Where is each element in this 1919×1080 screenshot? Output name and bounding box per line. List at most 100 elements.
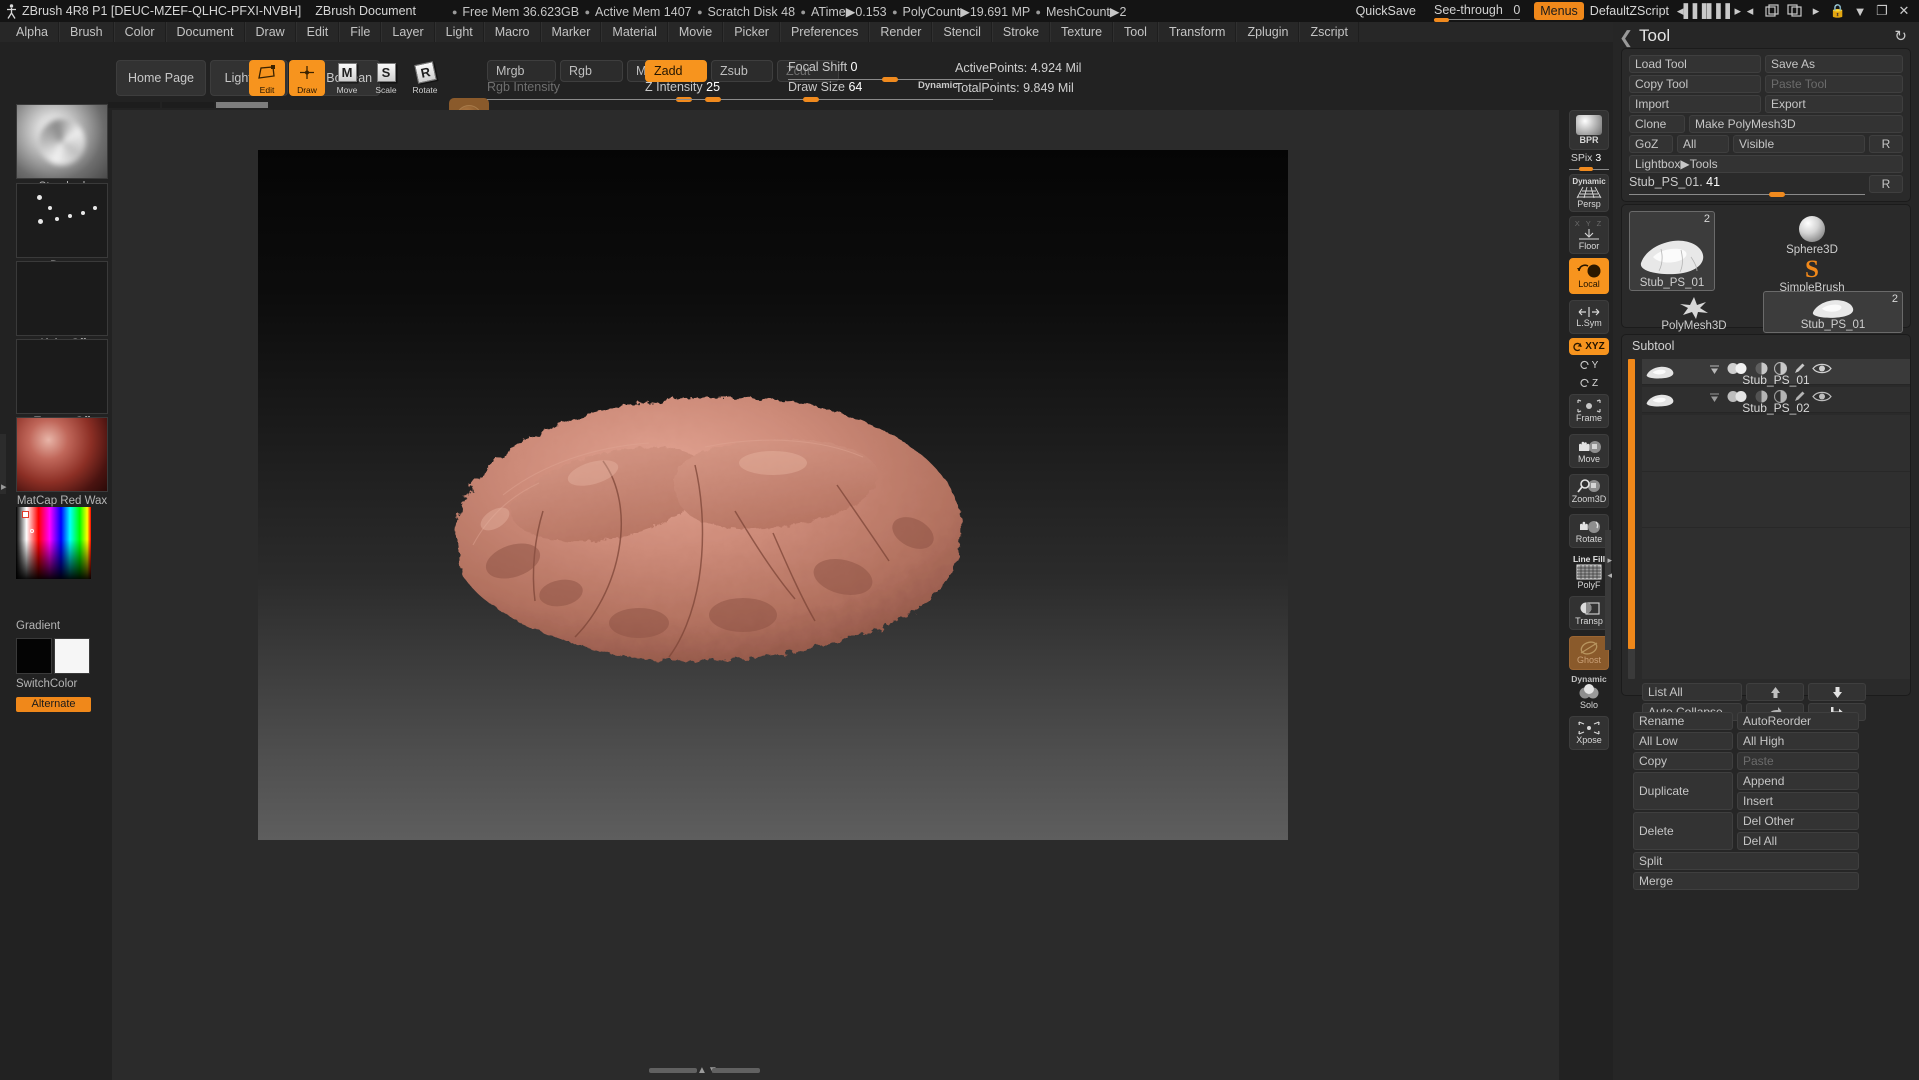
canvas-area[interactable]: ▲▼ bbox=[112, 110, 1613, 1080]
save-as-button[interactable]: Save As bbox=[1765, 55, 1903, 73]
maximize-icon[interactable]: ❐ bbox=[1871, 0, 1893, 22]
menu-item-color[interactable]: Color bbox=[114, 22, 166, 42]
tray-right-icon[interactable]: ▸ bbox=[1805, 0, 1827, 22]
tray-panel-left-icon[interactable] bbox=[1761, 0, 1783, 22]
menu-item-layer[interactable]: Layer bbox=[381, 22, 434, 42]
transparency-button[interactable]: Transp bbox=[1569, 596, 1609, 630]
goz-button[interactable]: GoZ bbox=[1629, 135, 1673, 153]
zadd-button[interactable]: Zadd bbox=[645, 60, 707, 82]
menu-item-tool[interactable]: Tool bbox=[1113, 22, 1158, 42]
zscript-next-icon[interactable]: ▌▌▌▸ bbox=[1709, 0, 1739, 22]
menu-item-alpha[interactable]: Alpha bbox=[6, 22, 59, 42]
append-button[interactable]: Append bbox=[1737, 772, 1859, 790]
tool-thumb-stub-ps-01[interactable]: 2 Stub_PS_01 bbox=[1629, 211, 1715, 291]
tool-thumb-sphere3d[interactable]: Sphere3D bbox=[1721, 211, 1903, 257]
right-shelf-scrollbar[interactable] bbox=[1605, 530, 1611, 650]
paste-button[interactable]: Paste bbox=[1737, 752, 1859, 770]
bpr-render-button[interactable]: BPR bbox=[1569, 110, 1609, 150]
subtool-scrollbar[interactable] bbox=[1628, 359, 1635, 679]
tool-item-slider[interactable]: Stub_PS_01. 41 bbox=[1629, 175, 1865, 195]
subtool-row-stub-ps-01[interactable]: Stub_PS_01 bbox=[1642, 359, 1910, 385]
all-button[interactable]: All bbox=[1677, 135, 1729, 153]
primary-color-swatch[interactable] bbox=[16, 638, 52, 674]
polyframe-button[interactable]: Line Fill PolyF bbox=[1569, 552, 1609, 592]
menu-item-edit[interactable]: Edit bbox=[296, 22, 340, 42]
spix-slider-label[interactable]: SPix 3 bbox=[1559, 152, 1613, 164]
draw-mode-button[interactable]: Draw bbox=[289, 60, 325, 96]
move-view-button[interactable]: Move bbox=[1569, 434, 1609, 468]
zscript-label[interactable]: DefaultZScript bbox=[1590, 4, 1669, 18]
lightbox-tools-button[interactable]: Lightbox▶Tools bbox=[1629, 155, 1903, 173]
right-shelf-arrow-down-icon[interactable]: ◂ bbox=[1607, 570, 1612, 581]
menus-toggle-button[interactable]: Menus bbox=[1534, 2, 1584, 20]
menu-item-zscript[interactable]: Zscript bbox=[1299, 22, 1359, 42]
menu-item-render[interactable]: Render bbox=[869, 22, 932, 42]
menu-item-light[interactable]: Light bbox=[435, 22, 484, 42]
menu-item-texture[interactable]: Texture bbox=[1050, 22, 1113, 42]
rename-button[interactable]: Rename bbox=[1633, 712, 1733, 730]
tray-left-icon[interactable]: ◂ bbox=[1739, 0, 1761, 22]
rotate-view-button[interactable]: Rotate bbox=[1569, 514, 1609, 548]
home-page-button[interactable]: Home Page bbox=[116, 60, 206, 96]
reset-icon[interactable]: ↻ bbox=[1894, 27, 1907, 45]
left-tray-arrow-icon[interactable]: ▸ bbox=[1, 480, 7, 493]
current-texture-swatch[interactable] bbox=[16, 339, 108, 414]
del-other-button[interactable]: Del Other bbox=[1737, 812, 1859, 830]
copy-tool-button[interactable]: Copy Tool bbox=[1629, 75, 1761, 93]
rotate-mode-button[interactable]: R Rotate bbox=[407, 60, 443, 96]
spix-slider[interactable] bbox=[1569, 168, 1609, 172]
paste-tool-button[interactable]: Paste Tool bbox=[1765, 75, 1903, 93]
z-rotate-button[interactable]: Z bbox=[1569, 375, 1609, 391]
spix-knob[interactable] bbox=[1579, 167, 1593, 171]
minimize-icon[interactable]: ▼ bbox=[1849, 0, 1871, 22]
list-all-button[interactable]: List All bbox=[1642, 683, 1742, 701]
back-chevron-icon[interactable]: ❮ bbox=[1619, 28, 1633, 48]
current-stroke-swatch[interactable] bbox=[16, 183, 108, 258]
zoom3d-button[interactable]: Zoom3D bbox=[1569, 474, 1609, 508]
all-low-button[interactable]: All Low bbox=[1633, 732, 1733, 750]
xpose-button[interactable]: Xpose bbox=[1569, 716, 1609, 750]
z-intensity-knob[interactable] bbox=[705, 97, 721, 102]
local-symmetry-button[interactable]: L.Sym bbox=[1569, 300, 1609, 334]
menu-item-macro[interactable]: Macro bbox=[484, 22, 541, 42]
draw-size-knob[interactable] bbox=[803, 97, 819, 102]
scrollbar-right-segment[interactable] bbox=[712, 1068, 760, 1073]
subtool-scrollbar-thumb[interactable] bbox=[1628, 359, 1635, 649]
del-all-button[interactable]: Del All bbox=[1737, 832, 1859, 850]
tool-thumb-polymesh3d[interactable]: PolyMesh3D bbox=[1629, 293, 1759, 333]
close-icon[interactable]: ✕ bbox=[1893, 0, 1915, 22]
visible-button[interactable]: Visible bbox=[1733, 135, 1865, 153]
delete-button[interactable]: Delete bbox=[1633, 812, 1733, 850]
solo-button[interactable]: Dynamic Solo bbox=[1569, 672, 1609, 712]
menu-item-material[interactable]: Material bbox=[601, 22, 667, 42]
tool-thumb-simplebrush[interactable]: S SimpleBrush bbox=[1721, 253, 1903, 295]
menu-item-movie[interactable]: Movie bbox=[668, 22, 723, 42]
scale-mode-button[interactable]: S Scale bbox=[368, 60, 404, 96]
all-high-button[interactable]: All High bbox=[1737, 732, 1859, 750]
menu-item-marker[interactable]: Marker bbox=[541, 22, 602, 42]
copy-button[interactable]: Copy bbox=[1633, 752, 1733, 770]
tool-thumb-stub-ps-01-second[interactable]: 2 Stub_PS_01 bbox=[1763, 291, 1903, 333]
perspective-button[interactable]: Dynamic Persp bbox=[1569, 174, 1609, 212]
right-shelf-arrow-up-icon[interactable]: ▸ bbox=[1607, 555, 1612, 566]
tool-slider-r-button[interactable]: R bbox=[1869, 175, 1903, 193]
make-polymesh3d-button[interactable]: Make PolyMesh3D bbox=[1689, 115, 1903, 133]
local-transform-button[interactable]: Local bbox=[1569, 258, 1609, 294]
current-material-swatch[interactable] bbox=[16, 417, 108, 492]
subtool-row-stub-ps-02[interactable]: Stub_PS_02 bbox=[1642, 387, 1910, 413]
clone-button[interactable]: Clone bbox=[1629, 115, 1685, 133]
current-alpha-swatch[interactable] bbox=[16, 261, 108, 336]
alternate-button[interactable]: Alternate bbox=[16, 697, 91, 712]
tool-slider-knob[interactable] bbox=[1769, 192, 1785, 197]
menu-item-picker[interactable]: Picker bbox=[723, 22, 780, 42]
secondary-color-swatch[interactable] bbox=[54, 638, 90, 674]
subtool-move-up-button[interactable] bbox=[1746, 683, 1804, 701]
y-rotate-button[interactable]: Y bbox=[1569, 357, 1609, 373]
document-canvas[interactable] bbox=[258, 150, 1288, 840]
ghost-button[interactable]: Ghost bbox=[1569, 636, 1609, 670]
sculpted-rock-mesh[interactable] bbox=[443, 365, 968, 690]
menu-item-brush[interactable]: Brush bbox=[59, 22, 114, 42]
scrollbar-left-segment[interactable] bbox=[649, 1068, 697, 1073]
lock-icon[interactable]: 🔒 bbox=[1827, 0, 1849, 22]
color-picker[interactable] bbox=[16, 507, 91, 579]
